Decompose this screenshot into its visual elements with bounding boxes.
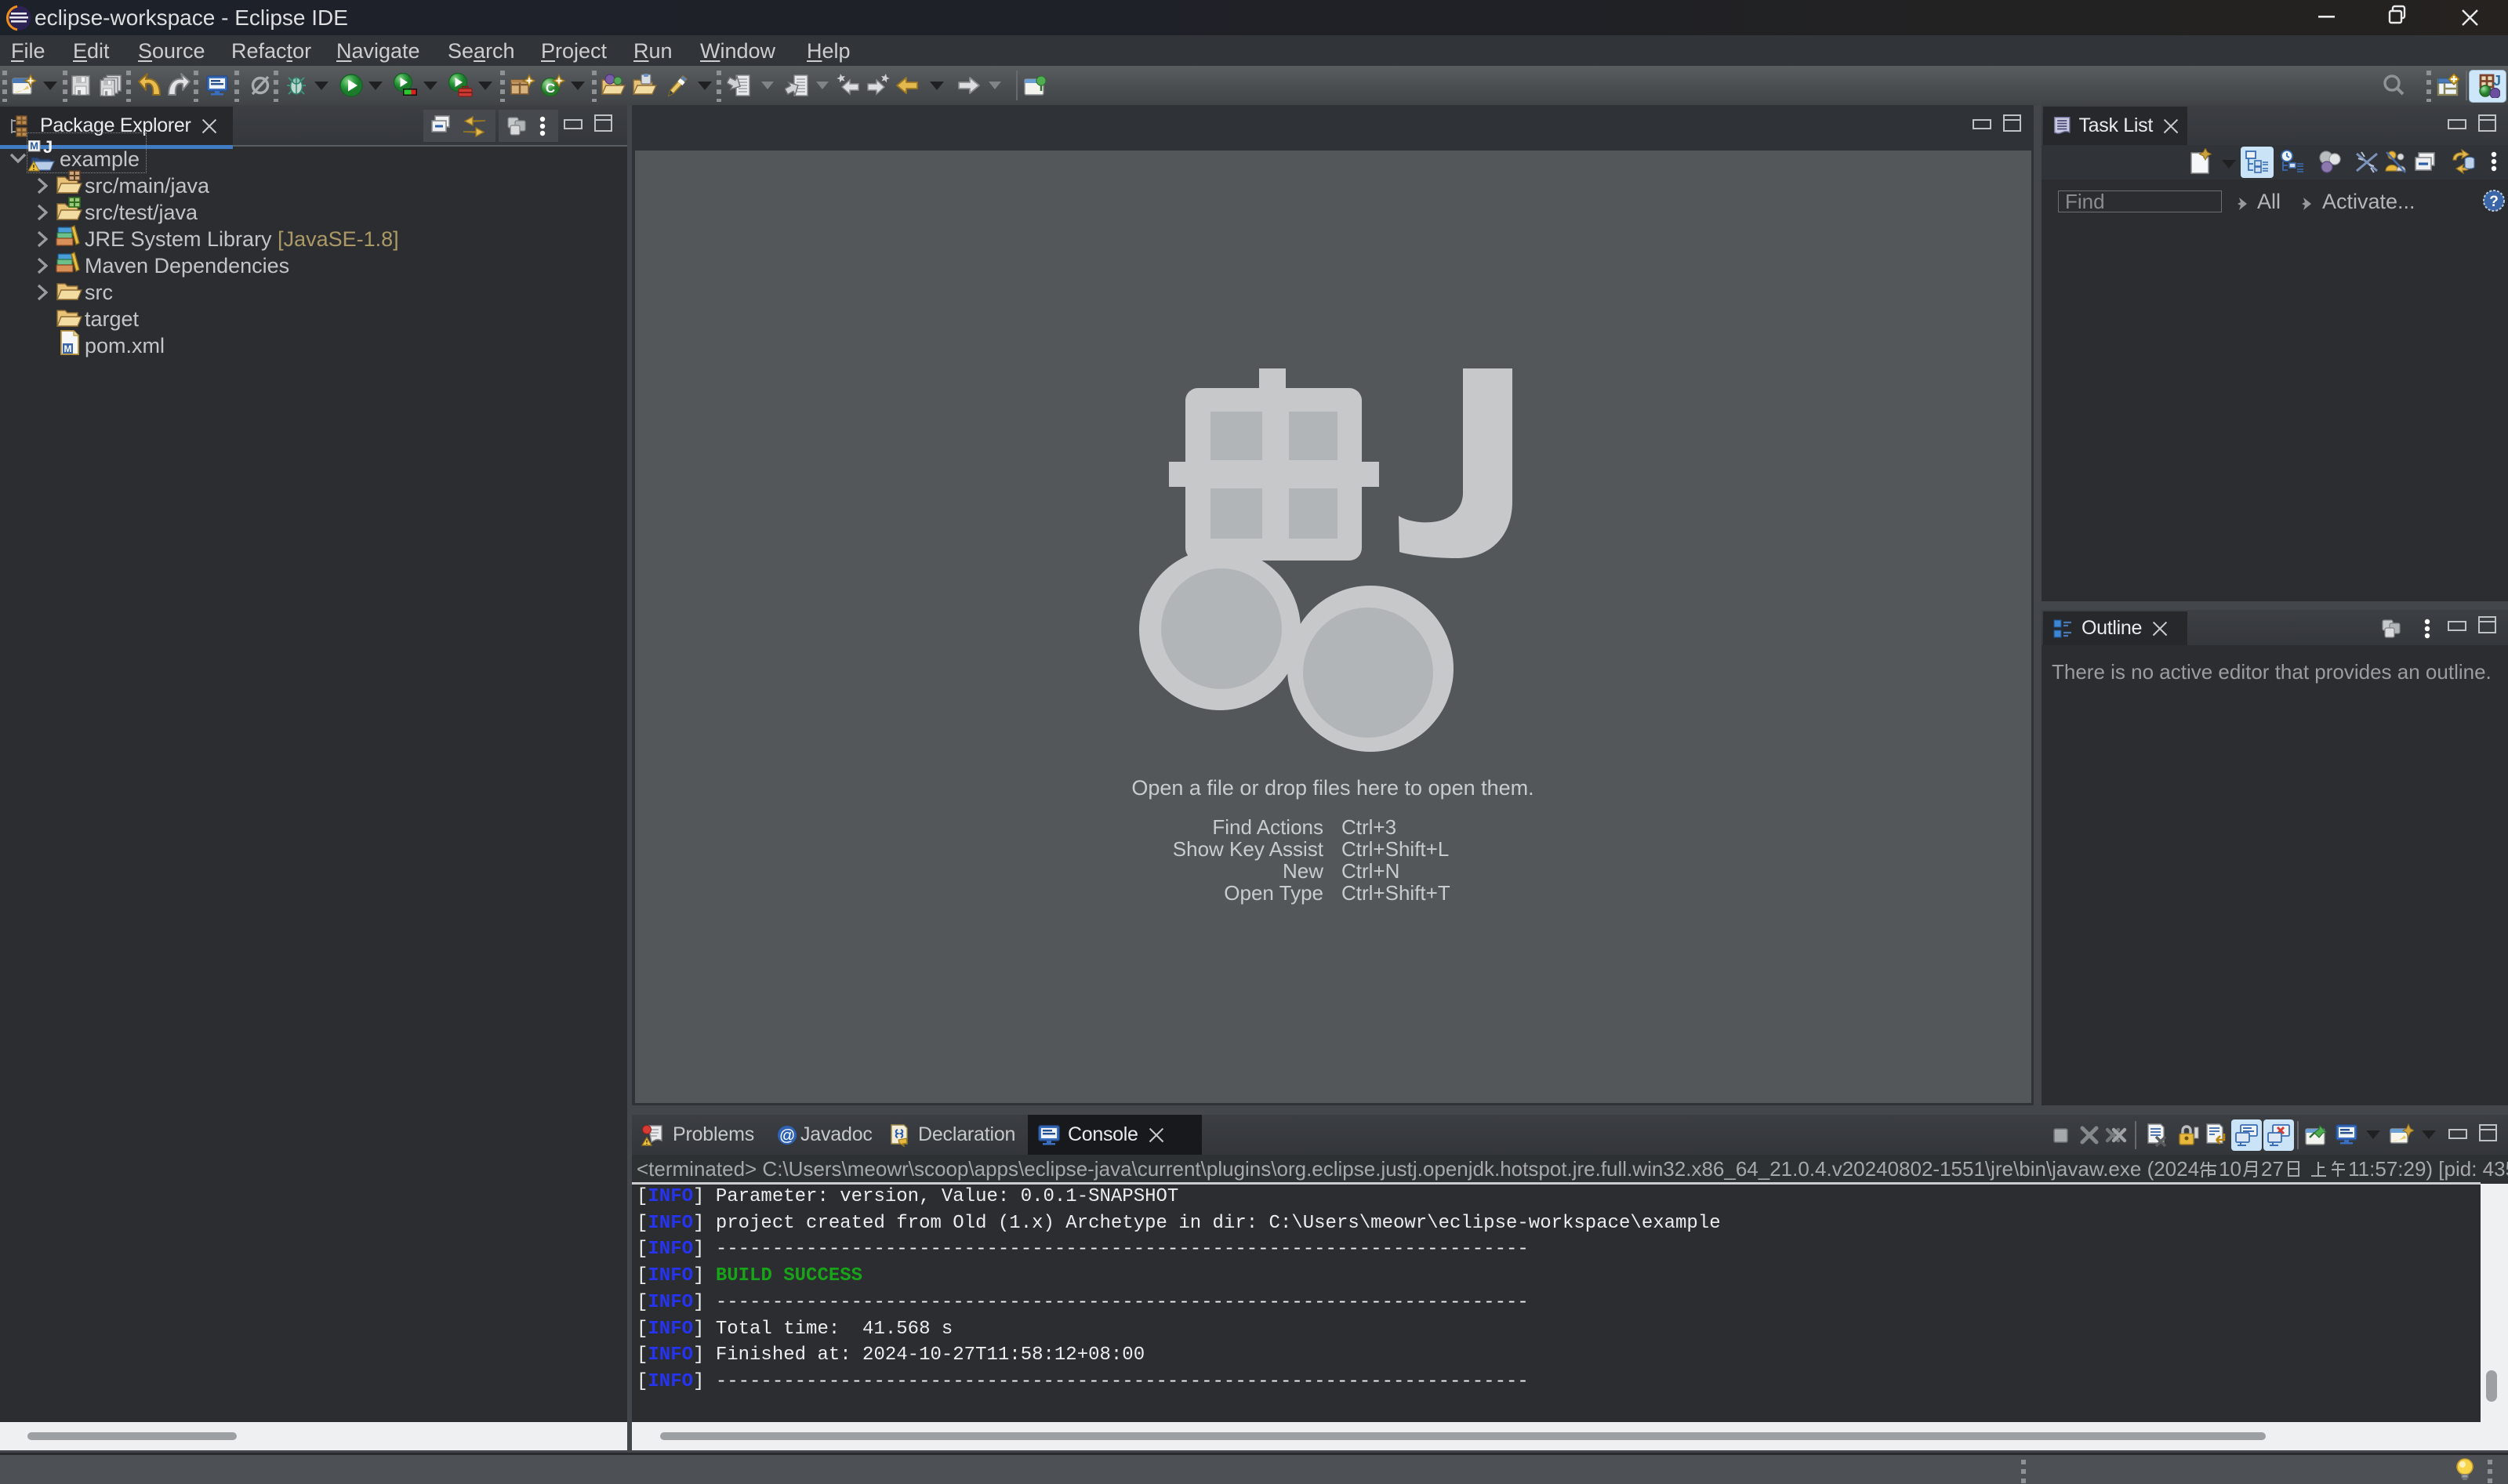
svg-text:M: M: [30, 140, 38, 152]
svg-text:J: J: [2493, 73, 2500, 89]
svg-text:@: @: [779, 1127, 795, 1145]
svg-text:J: J: [43, 140, 53, 157]
svg-text:C: C: [546, 81, 555, 96]
svg-text:?: ?: [2489, 194, 2499, 210]
svg-text:M: M: [64, 343, 72, 354]
